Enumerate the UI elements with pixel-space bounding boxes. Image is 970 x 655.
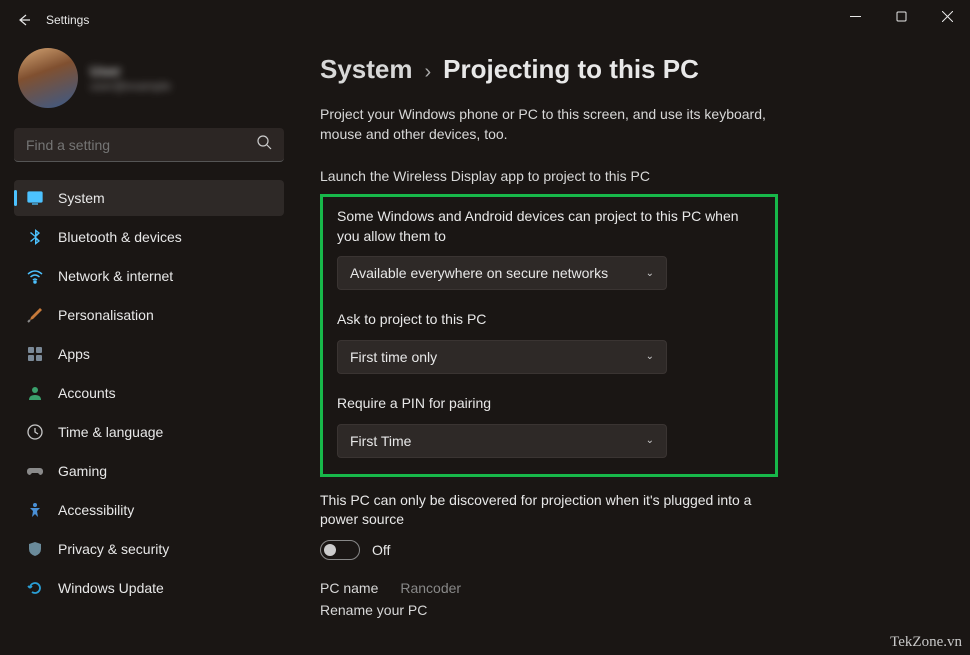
watermark: TekZone.vn: [890, 634, 962, 651]
sidebar-item-gaming[interactable]: Gaming: [14, 453, 284, 489]
sidebar-item-label: Bluetooth & devices: [58, 229, 182, 245]
sidebar-item-label: Accessibility: [58, 502, 134, 518]
setting-label: Ask to project to this PC: [337, 310, 757, 330]
sidebar-item-accounts[interactable]: Accounts: [14, 375, 284, 411]
rename-pc-link[interactable]: Rename your PC: [320, 602, 950, 618]
sidebar-item-label: Accounts: [58, 385, 116, 401]
page-description: Project your Windows phone or PC to this…: [320, 105, 780, 144]
pc-name-value: Rancoder: [400, 580, 461, 596]
highlighted-settings: Some Windows and Android devices can pro…: [320, 194, 778, 476]
search-input[interactable]: [26, 137, 257, 153]
chevron-down-icon: ⌄: [646, 351, 654, 362]
shield-icon: [26, 540, 44, 558]
gaming-icon: [26, 462, 44, 480]
bluetooth-icon: [26, 228, 44, 246]
back-button[interactable]: [8, 4, 40, 36]
sidebar-item-accessibility[interactable]: Accessibility: [14, 492, 284, 528]
maximize-button[interactable]: [878, 0, 924, 32]
pin-dropdown[interactable]: First Time ⌄: [337, 424, 667, 458]
chevron-right-icon: ›: [425, 61, 432, 84]
setting-label: Require a PIN for pairing: [337, 394, 757, 414]
sidebar-item-label: Network & internet: [58, 268, 173, 284]
maximize-icon: [896, 11, 907, 22]
sidebar-item-label: Gaming: [58, 463, 107, 479]
sidebar-item-system[interactable]: System: [14, 180, 284, 216]
arrow-left-icon: [16, 12, 32, 28]
sidebar-item-label: Privacy & security: [58, 541, 169, 557]
wifi-icon: [26, 267, 44, 285]
user-email: user@example: [90, 79, 171, 93]
main-content: System › Projecting to this PC Project y…: [298, 40, 970, 655]
page-title: Projecting to this PC: [443, 54, 699, 85]
brush-icon: [26, 306, 44, 324]
sidebar-item-label: Windows Update: [58, 580, 164, 596]
search-icon: [257, 135, 272, 155]
search-box[interactable]: [14, 128, 284, 162]
close-button[interactable]: [924, 0, 970, 32]
update-icon: [26, 579, 44, 597]
availability-dropdown[interactable]: Available everywhere on secure networks …: [337, 256, 667, 290]
sidebar-item-time-language[interactable]: Time & language: [14, 414, 284, 450]
window-controls: [832, 0, 970, 32]
system-icon: [26, 189, 44, 207]
sidebar: User user@example System Bluetooth & dev…: [0, 40, 298, 655]
discovery-label: This PC can only be discovered for proje…: [320, 491, 760, 530]
user-name: User: [90, 63, 171, 79]
chevron-down-icon: ⌄: [646, 268, 654, 279]
minimize-icon: [850, 11, 861, 22]
avatar: [18, 48, 78, 108]
ask-project-dropdown[interactable]: First time only ⌄: [337, 340, 667, 374]
discovery-toggle-row: Off: [320, 540, 950, 560]
chevron-down-icon: ⌄: [646, 435, 654, 446]
dropdown-value: First Time: [350, 433, 411, 449]
close-icon: [942, 11, 953, 22]
setting-label: Some Windows and Android devices can pro…: [337, 207, 757, 246]
pc-name-label: PC name: [320, 580, 378, 596]
window-title: Settings: [46, 13, 89, 27]
sidebar-item-apps[interactable]: Apps: [14, 336, 284, 372]
discovery-toggle[interactable]: [320, 540, 360, 560]
minimize-button[interactable]: [832, 0, 878, 32]
breadcrumb: System › Projecting to this PC: [320, 54, 950, 85]
sidebar-item-label: Apps: [58, 346, 90, 362]
sidebar-item-label: Personalisation: [58, 307, 154, 323]
sidebar-item-label: System: [58, 190, 105, 206]
clock-icon: [26, 423, 44, 441]
sidebar-item-label: Time & language: [58, 424, 163, 440]
accessibility-icon: [26, 501, 44, 519]
dropdown-value: First time only: [350, 349, 437, 365]
accounts-icon: [26, 384, 44, 402]
breadcrumb-parent[interactable]: System: [320, 54, 413, 85]
pc-name-row: PC name Rancoder: [320, 580, 950, 596]
user-section[interactable]: User user@example: [14, 48, 284, 108]
sidebar-item-bluetooth[interactable]: Bluetooth & devices: [14, 219, 284, 255]
sidebar-item-privacy[interactable]: Privacy & security: [14, 531, 284, 567]
sidebar-item-personalisation[interactable]: Personalisation: [14, 297, 284, 333]
toggle-state: Off: [372, 542, 390, 558]
launch-text: Launch the Wireless Display app to proje…: [320, 168, 950, 184]
sidebar-item-network[interactable]: Network & internet: [14, 258, 284, 294]
dropdown-value: Available everywhere on secure networks: [350, 265, 608, 281]
titlebar: Settings: [0, 0, 970, 40]
sidebar-item-windows-update[interactable]: Windows Update: [14, 570, 284, 606]
apps-icon: [26, 345, 44, 363]
